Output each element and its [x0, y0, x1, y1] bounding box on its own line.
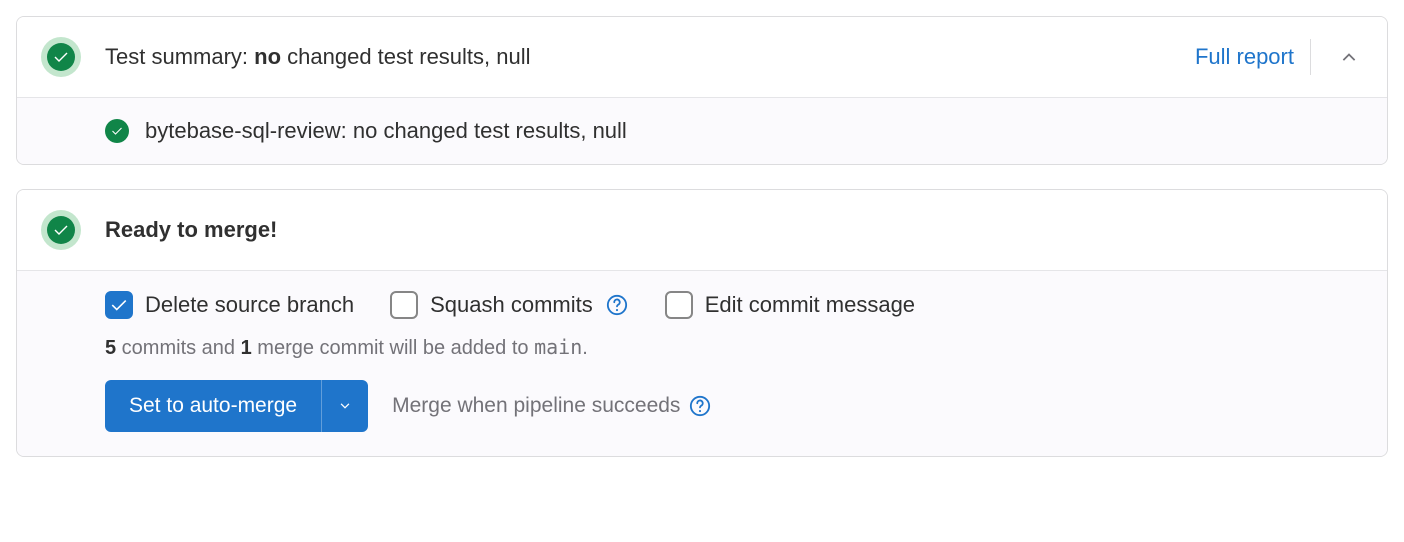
squash-help-icon[interactable]: [605, 293, 629, 317]
merge-button-group: Set to auto-merge: [105, 380, 368, 432]
merge-header: Ready to merge!: [17, 190, 1387, 270]
merge-dropdown-button[interactable]: [321, 380, 368, 432]
test-summary-text: Test summary: no changed test results, n…: [105, 44, 1195, 70]
collapse-toggle[interactable]: [1335, 43, 1363, 71]
chevron-down-icon: [338, 399, 352, 413]
squash-commits-label[interactable]: Squash commits: [430, 292, 593, 318]
merge-status-icon: [41, 210, 81, 250]
test-detail-text: bytebase-sql-review: no changed test res…: [145, 118, 627, 144]
merge-body: Delete source branch Squash commits Edit…: [17, 270, 1387, 456]
edit-commit-checkbox[interactable]: [665, 291, 693, 319]
divider: [1310, 39, 1311, 75]
set-auto-merge-button[interactable]: Set to auto-merge: [105, 380, 321, 432]
squash-commits-checkbox[interactable]: [390, 291, 418, 319]
commits-info-text: 5 commits and 1 merge commit will be add…: [105, 335, 1363, 360]
merge-panel: Ready to merge! Delete source branch Squ…: [16, 189, 1388, 457]
merge-hint: Merge when pipeline succeeds: [392, 394, 712, 418]
ready-to-merge-title: Ready to merge!: [105, 217, 277, 243]
success-small-icon: [105, 119, 129, 143]
test-summary-panel: Test summary: no changed test results, n…: [16, 16, 1388, 165]
success-status-icon: [41, 37, 81, 77]
delete-branch-checkbox[interactable]: [105, 291, 133, 319]
merge-options-row: Delete source branch Squash commits Edit…: [105, 291, 1363, 319]
delete-branch-label[interactable]: Delete source branch: [145, 292, 354, 318]
merge-hint-help-icon[interactable]: [688, 394, 712, 418]
test-summary-detail-row: bytebase-sql-review: no changed test res…: [17, 97, 1387, 164]
edit-commit-label[interactable]: Edit commit message: [705, 292, 915, 318]
test-summary-header: Test summary: no changed test results, n…: [17, 17, 1387, 97]
full-report-link[interactable]: Full report: [1195, 44, 1294, 70]
merge-action-row: Set to auto-merge Merge when pipeline su…: [105, 380, 1363, 432]
chevron-up-icon: [1339, 47, 1359, 67]
